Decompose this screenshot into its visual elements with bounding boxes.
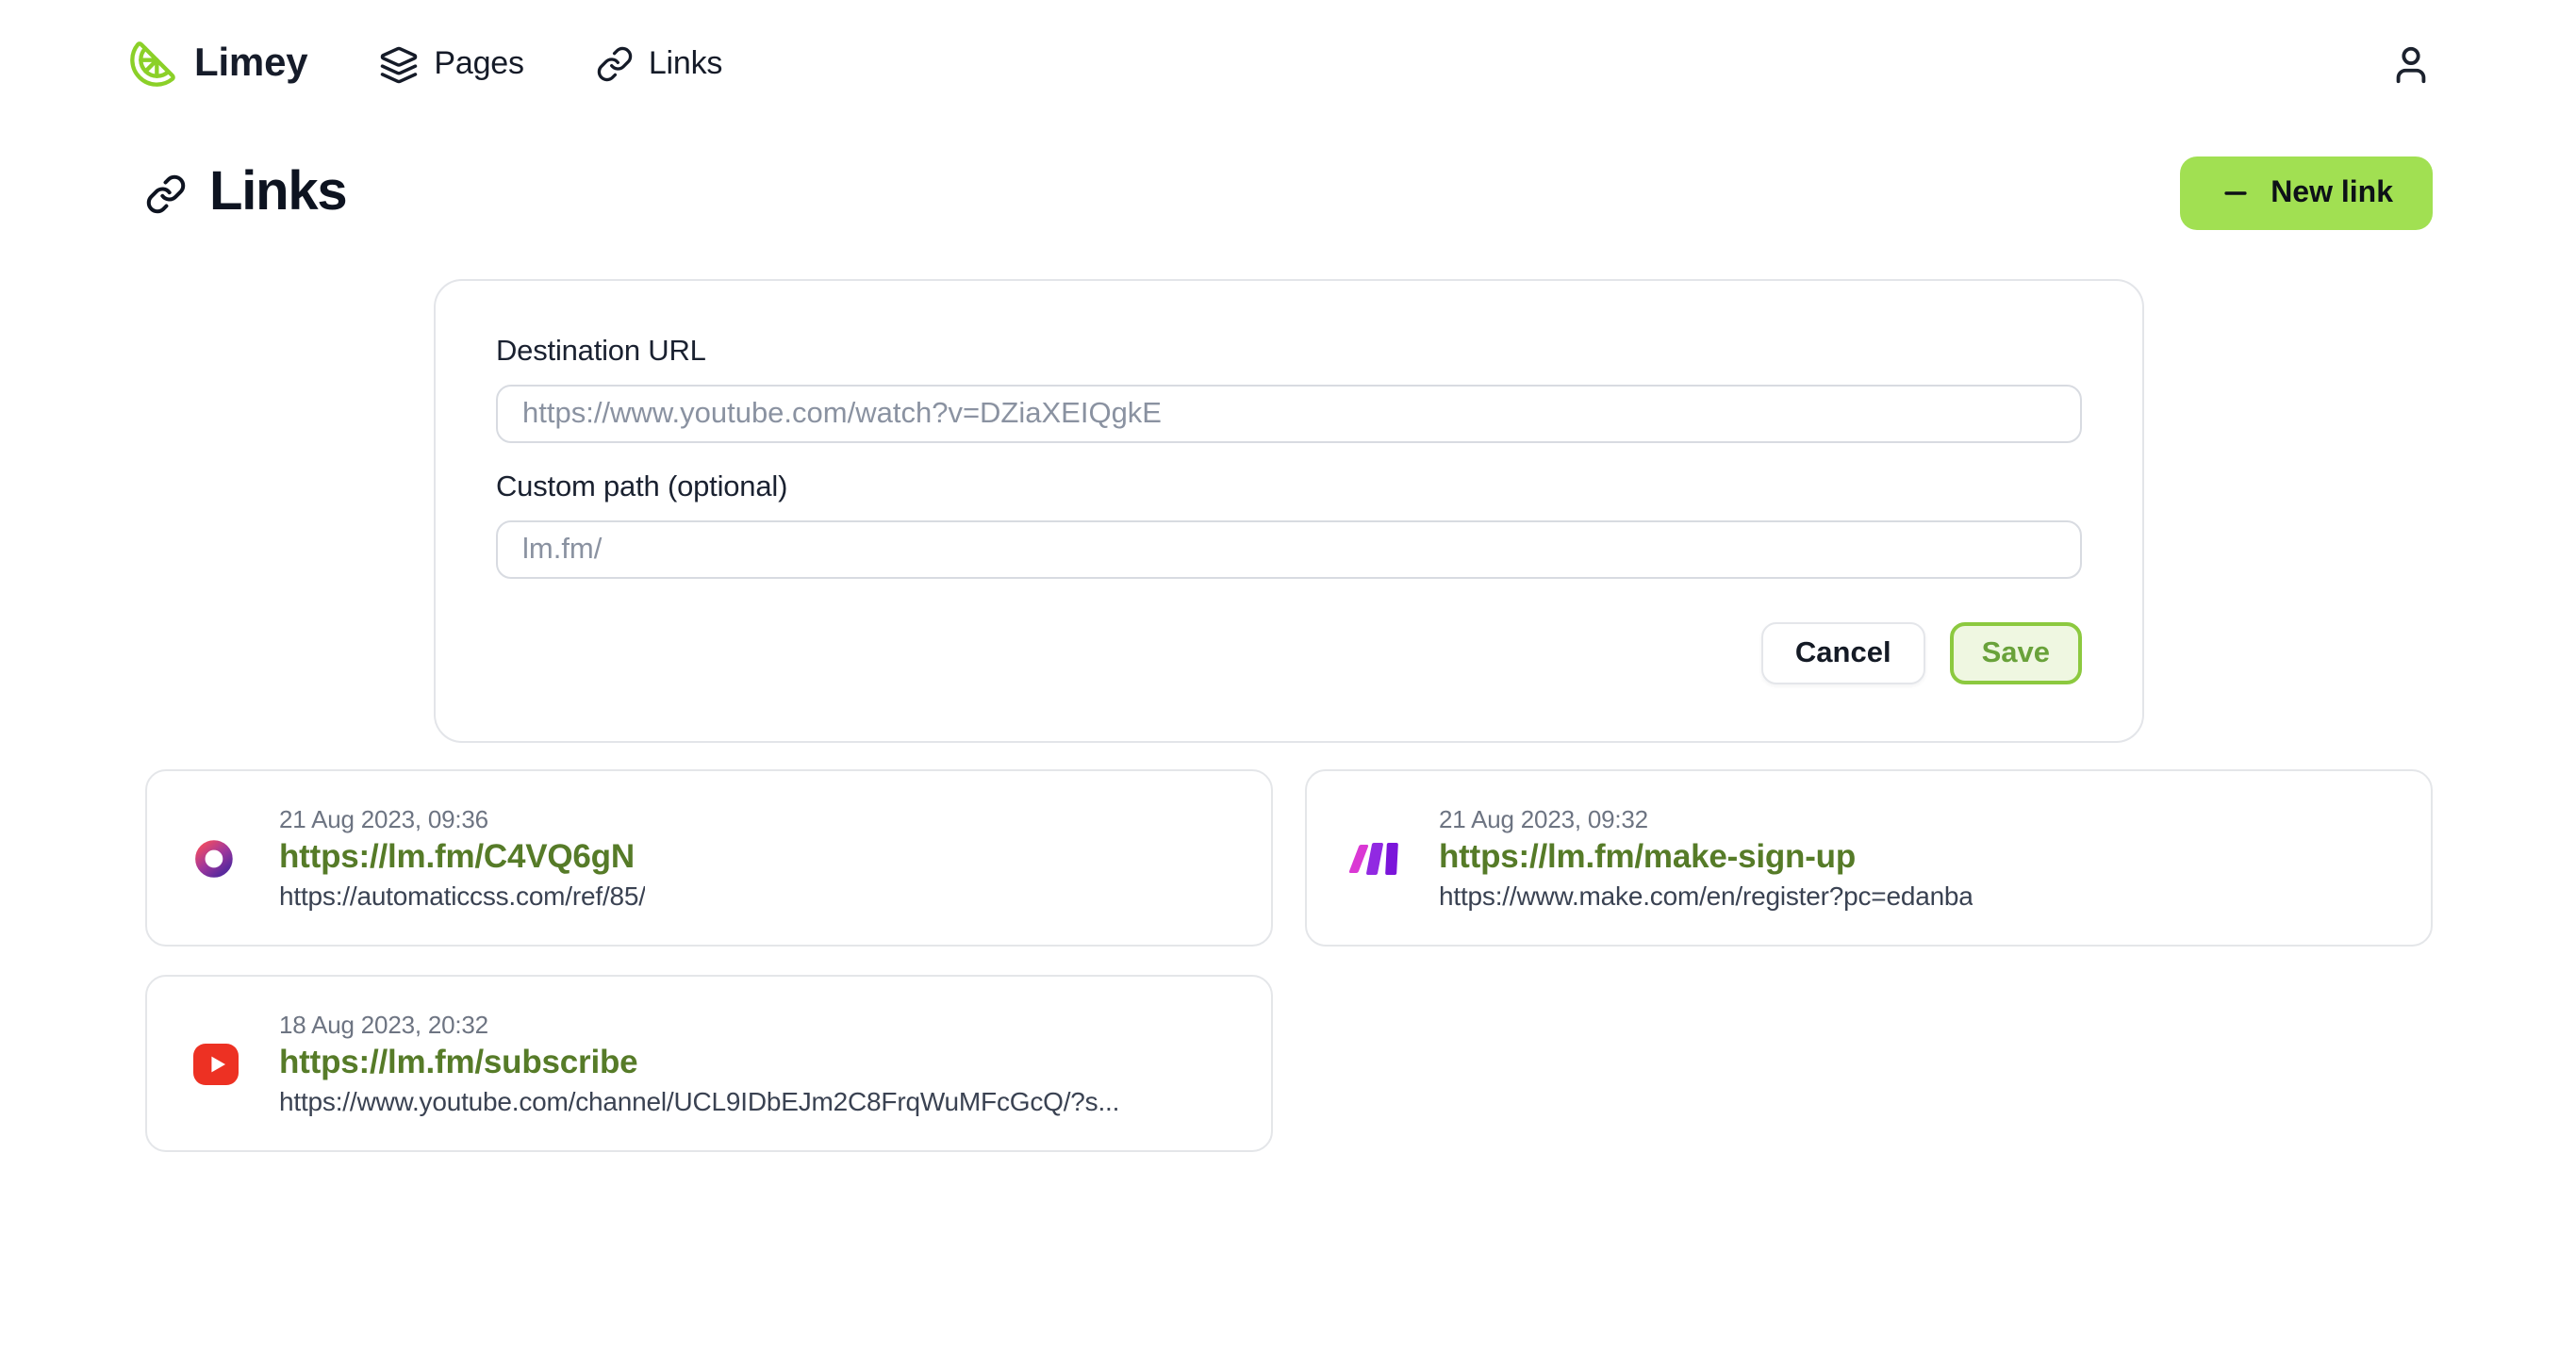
link-card[interactable]: 18 Aug 2023, 20:32 https://lm.fm/subscri… — [145, 975, 1273, 1152]
main-nav: Pages Links — [379, 44, 722, 84]
user-icon — [2389, 42, 2433, 86]
link-card[interactable]: 21 Aug 2023, 09:32 https://lm.fm/make-si… — [1305, 769, 2433, 947]
link-icon — [596, 45, 634, 83]
page-title-text: Links — [209, 162, 347, 224]
main-content: Links New link Destination URL Custom pa… — [145, 156, 2433, 1152]
custom-path-field-group: Custom path (optional) — [496, 471, 2082, 579]
short-url-link[interactable]: https://lm.fm/subscribe — [279, 1043, 1119, 1082]
custom-path-label: Custom path (optional) — [496, 471, 2082, 505]
short-url-link[interactable]: https://lm.fm/make-sign-up — [1439, 837, 1973, 877]
link-icon — [145, 173, 187, 214]
account-button[interactable] — [2389, 42, 2433, 86]
nav-item-label: Links — [649, 45, 722, 83]
link-created: 21 Aug 2023, 09:32 — [1439, 805, 1973, 833]
app-window: Limey Pages — [0, 0, 2576, 1367]
save-button[interactable]: Save — [1950, 622, 2082, 684]
make-bar — [1384, 842, 1396, 874]
nav-item-links[interactable]: Links — [596, 45, 722, 83]
make-icon — [1352, 834, 1399, 881]
nav-item-pages[interactable]: Pages — [379, 44, 523, 84]
new-link-button-label: New link — [2271, 176, 2393, 210]
destination-url-text: https://www.youtube.com/channel/UCL9IDbE… — [279, 1086, 1119, 1116]
automaticcss-icon — [192, 834, 239, 881]
new-link-button[interactable]: New link — [2180, 156, 2433, 230]
links-list: 21 Aug 2023, 09:36 https://lm.fm/C4VQ6gN… — [145, 769, 2433, 1152]
destination-url-text: https://automaticcss.com/ref/85/ — [279, 881, 646, 911]
minus-icon — [2220, 177, 2252, 209]
form-actions: Cancel Save — [496, 622, 2082, 684]
make-bar — [1366, 842, 1383, 874]
link-info: 21 Aug 2023, 09:36 https://lm.fm/C4VQ6gN… — [279, 805, 646, 911]
nav-item-label: Pages — [434, 45, 523, 83]
page-header: Links New link — [145, 156, 2433, 230]
destination-url-input[interactable] — [496, 385, 2082, 443]
link-info: 18 Aug 2023, 20:32 https://lm.fm/subscri… — [279, 1011, 1119, 1116]
custom-path-input[interactable] — [496, 520, 2082, 579]
short-url-link[interactable]: https://lm.fm/C4VQ6gN — [279, 837, 646, 877]
link-created: 18 Aug 2023, 20:32 — [279, 1011, 1119, 1039]
page-title: Links — [145, 162, 347, 224]
link-info: 21 Aug 2023, 09:32 https://lm.fm/make-si… — [1439, 805, 1973, 911]
destination-url-text: https://www.make.com/en/register?pc=edan… — [1439, 881, 1973, 911]
link-created: 21 Aug 2023, 09:36 — [279, 805, 646, 833]
lime-icon — [128, 40, 177, 89]
new-link-form: Destination URL Custom path (optional) C… — [434, 279, 2144, 743]
cancel-button[interactable]: Cancel — [1761, 622, 1925, 684]
brand-home-link[interactable]: Limey — [128, 40, 307, 89]
link-card[interactable]: 21 Aug 2023, 09:36 https://lm.fm/C4VQ6gN… — [145, 769, 1273, 947]
make-bar — [1348, 844, 1369, 872]
destination-url-label: Destination URL — [496, 336, 2082, 370]
youtube-icon — [192, 1040, 239, 1087]
top-navigation: Limey Pages — [0, 0, 2576, 89]
destination-field-group: Destination URL — [496, 336, 2082, 443]
brand-name: Limey — [194, 41, 307, 87]
layers-icon — [379, 44, 419, 84]
